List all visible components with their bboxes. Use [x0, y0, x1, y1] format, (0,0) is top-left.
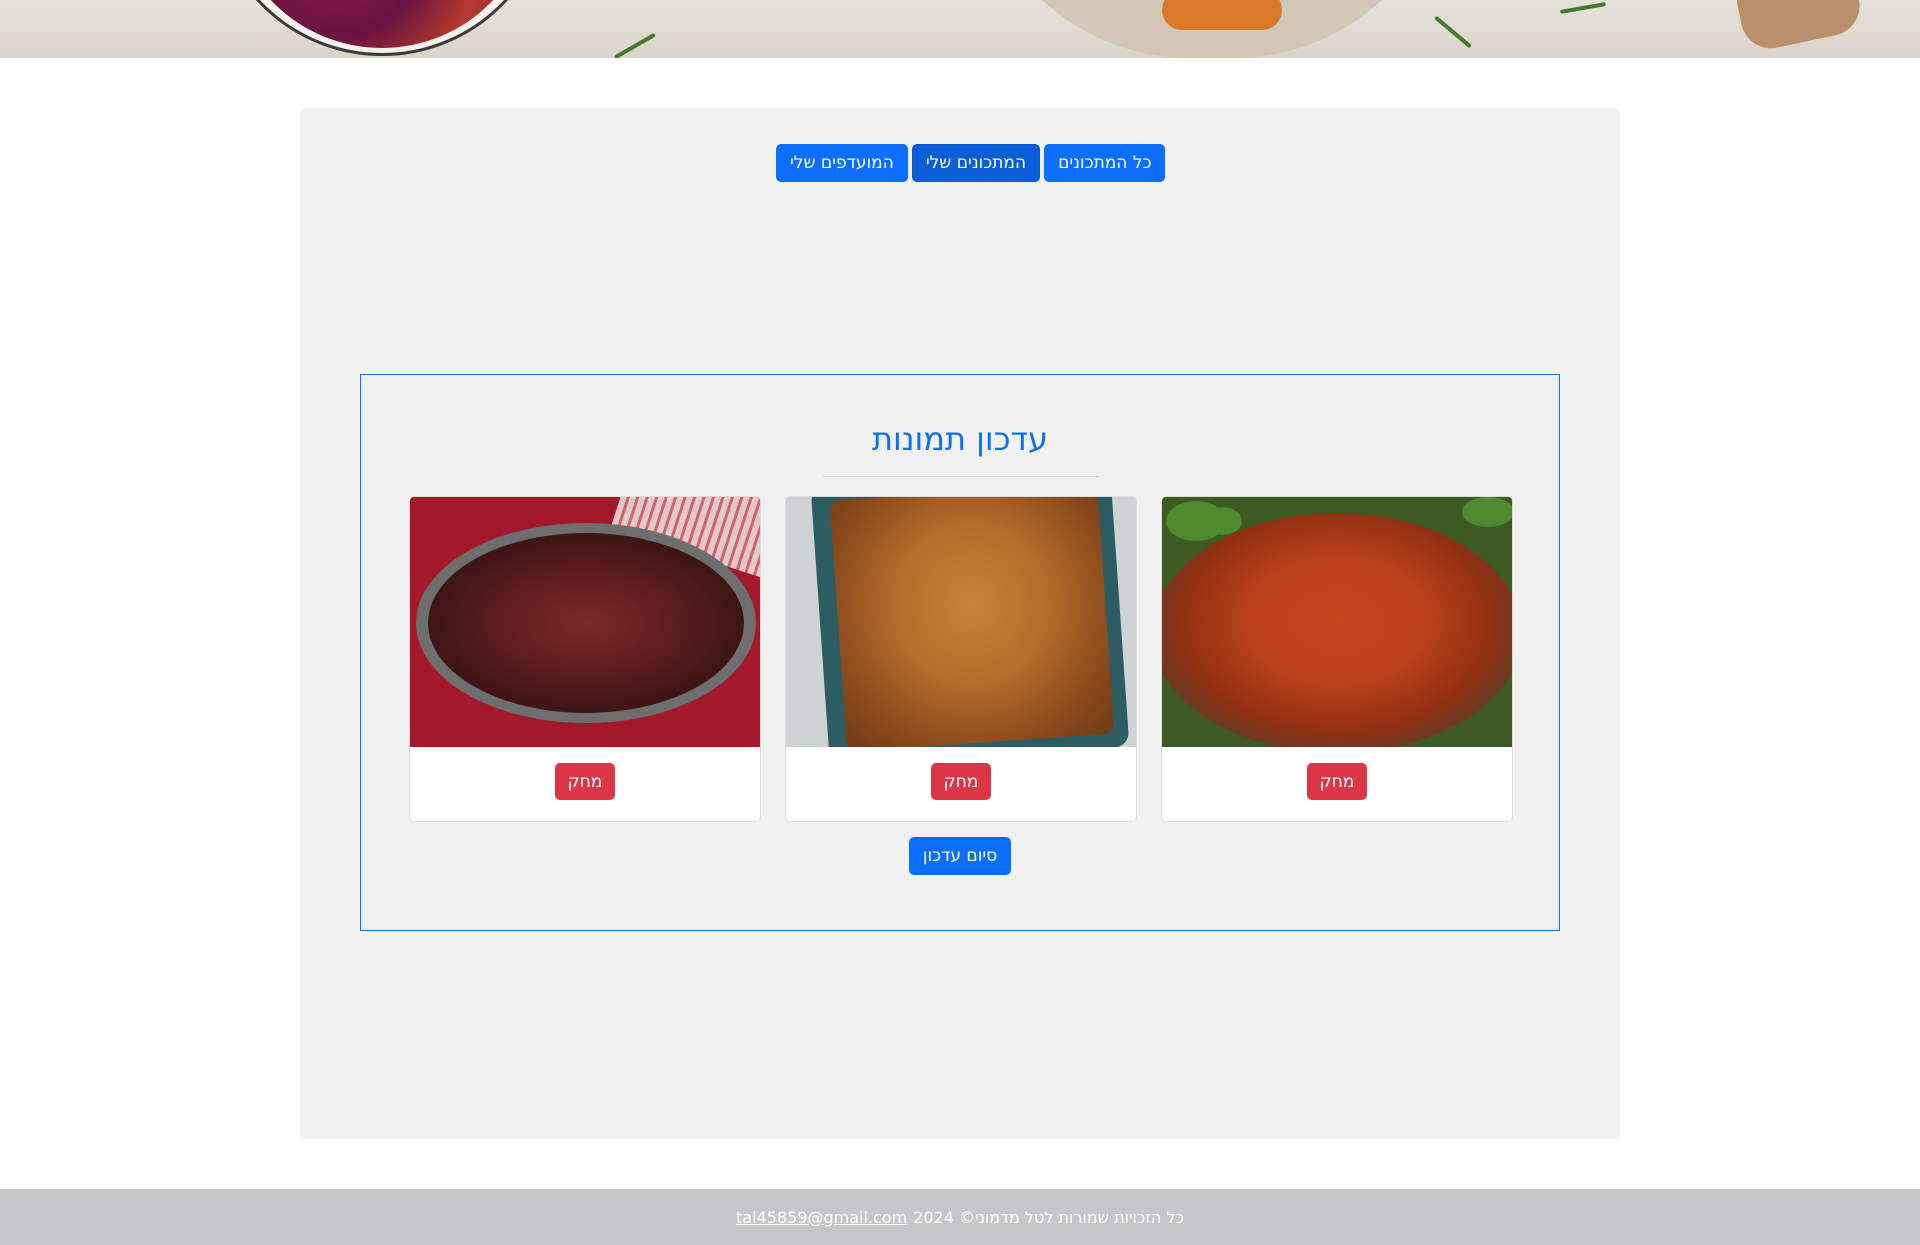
image-card: מחק: [409, 496, 761, 822]
all-recipes-button[interactable]: כל המתכונים: [1044, 144, 1166, 182]
platter-image: [972, 0, 1452, 58]
title-divider: [823, 476, 1099, 477]
bread-image: [1734, 0, 1866, 54]
hero-banner: [0, 0, 1920, 58]
herb-decoration: [1434, 15, 1472, 49]
image-card: מחק: [1161, 496, 1513, 822]
herb-decoration: [1560, 2, 1606, 14]
footer-email-link[interactable]: tal45859@gmail.com: [736, 1208, 907, 1227]
recipes-nav: כל המתכונים המתכונים שלי המועדפים שלי: [776, 144, 1166, 182]
cabbage-bowl-image: [212, 0, 552, 56]
update-images-panel: עדכון תמונות מחק מחק מחק סיום עדכון: [360, 374, 1560, 931]
recipe-image: [410, 497, 760, 747]
delete-image-button[interactable]: מחק: [554, 763, 616, 800]
delete-image-button[interactable]: מחק: [930, 763, 992, 800]
image-card: מחק: [785, 496, 1137, 822]
my-favorites-button[interactable]: המועדפים שלי: [776, 144, 908, 182]
my-recipes-button[interactable]: המתכונים שלי: [911, 144, 1041, 182]
footer: כל הזכויות שמורות לטל מדמוני© 2024 tal45…: [0, 1189, 1920, 1245]
delete-image-button[interactable]: מחק: [1306, 763, 1368, 800]
footer-copyright: כל הזכויות שמורות לטל מדמוני© 2024: [913, 1207, 1184, 1227]
herb-decoration: [614, 32, 656, 58]
update-images-title: עדכון תמונות: [871, 420, 1049, 458]
recipe-image: [786, 497, 1136, 747]
finish-update-button[interactable]: סיום עדכון: [908, 837, 1012, 875]
recipe-image: [1162, 497, 1512, 747]
